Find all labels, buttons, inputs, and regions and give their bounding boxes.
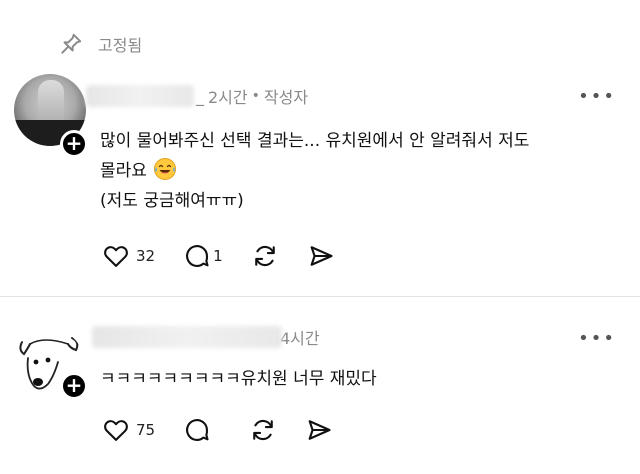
- follow-button[interactable]: +: [60, 130, 88, 158]
- like-button[interactable]: 75: [102, 416, 155, 444]
- share-button[interactable]: [305, 416, 333, 444]
- more-options-button[interactable]: •••: [578, 86, 616, 107]
- share-button[interactable]: [307, 242, 335, 270]
- repost-icon: [254, 245, 275, 267]
- heart-icon: [104, 420, 128, 441]
- action-bar: 75: [102, 416, 361, 444]
- post-content: 많이 물어봐주신 선택 결과는... 유치원에서 안 알려줘서 저도 몰라요 (…: [100, 126, 620, 216]
- reply-button[interactable]: [183, 416, 211, 444]
- comment-icon: [186, 419, 209, 441]
- author-badge: 작성자: [263, 88, 309, 107]
- follow-button[interactable]: +: [60, 372, 88, 400]
- send-icon: [310, 246, 333, 266]
- like-count: 32: [136, 247, 156, 265]
- send-icon: [308, 420, 331, 440]
- post-text-line: 몰라요: [100, 161, 147, 181]
- post-text-line: 많이 물어봐주신 선택 결과는... 유치원에서 안 알려줘서 저도: [100, 131, 530, 151]
- post-text: ㅋㅋㅋㅋㅋㅋㅋㅋㅋ유치원 너무 재밌다: [100, 369, 377, 389]
- pinned-label: 고정됨: [98, 36, 143, 55]
- pinned-indicator: 고정됨: [58, 30, 142, 58]
- avatar-container[interactable]: [0, 70, 86, 146]
- post-header: 4시간: [92, 325, 320, 349]
- post-time: 2시간: [208, 88, 248, 107]
- heart-icon: [104, 246, 128, 267]
- repost-icon: [253, 419, 273, 441]
- username[interactable]: [92, 326, 282, 348]
- post-content: ㅋㅋㅋㅋㅋㅋㅋㅋㅋ유치원 너무 재밌다: [100, 364, 377, 394]
- pin-icon: [61, 33, 82, 54]
- post: + _ 2시간 • 작성자 ••• 많이 물어봐주신 선택 결과는... 유치원…: [0, 70, 640, 296]
- reply-count: 1: [213, 247, 223, 265]
- meta-separator: •: [251, 88, 260, 104]
- repost-button[interactable]: [249, 416, 277, 444]
- repost-button[interactable]: [251, 242, 279, 270]
- username[interactable]: [86, 85, 194, 107]
- post: + 4시간 ••• ㅋㅋㅋㅋㅋㅋㅋㅋㅋ유치원 너무 재밌다 75: [0, 298, 640, 474]
- post-divider: [0, 296, 640, 297]
- action-bar: 32 1: [102, 242, 363, 270]
- comment-icon: [186, 245, 209, 267]
- more-options-button[interactable]: •••: [578, 328, 616, 349]
- like-button[interactable]: 32: [102, 242, 155, 270]
- laughing-tears-icon: [153, 158, 176, 180]
- post-text-line: (저도 궁금해여ㅠㅠ): [100, 191, 244, 211]
- post-text-line-with-emoji: 몰라요: [100, 156, 620, 186]
- like-count: 75: [136, 421, 156, 439]
- post-time: 4시간: [280, 329, 320, 348]
- reply-button[interactable]: 1: [183, 242, 223, 270]
- username-suffix: _: [196, 86, 204, 106]
- post-header: _ 2시간 • 작성자: [86, 84, 308, 108]
